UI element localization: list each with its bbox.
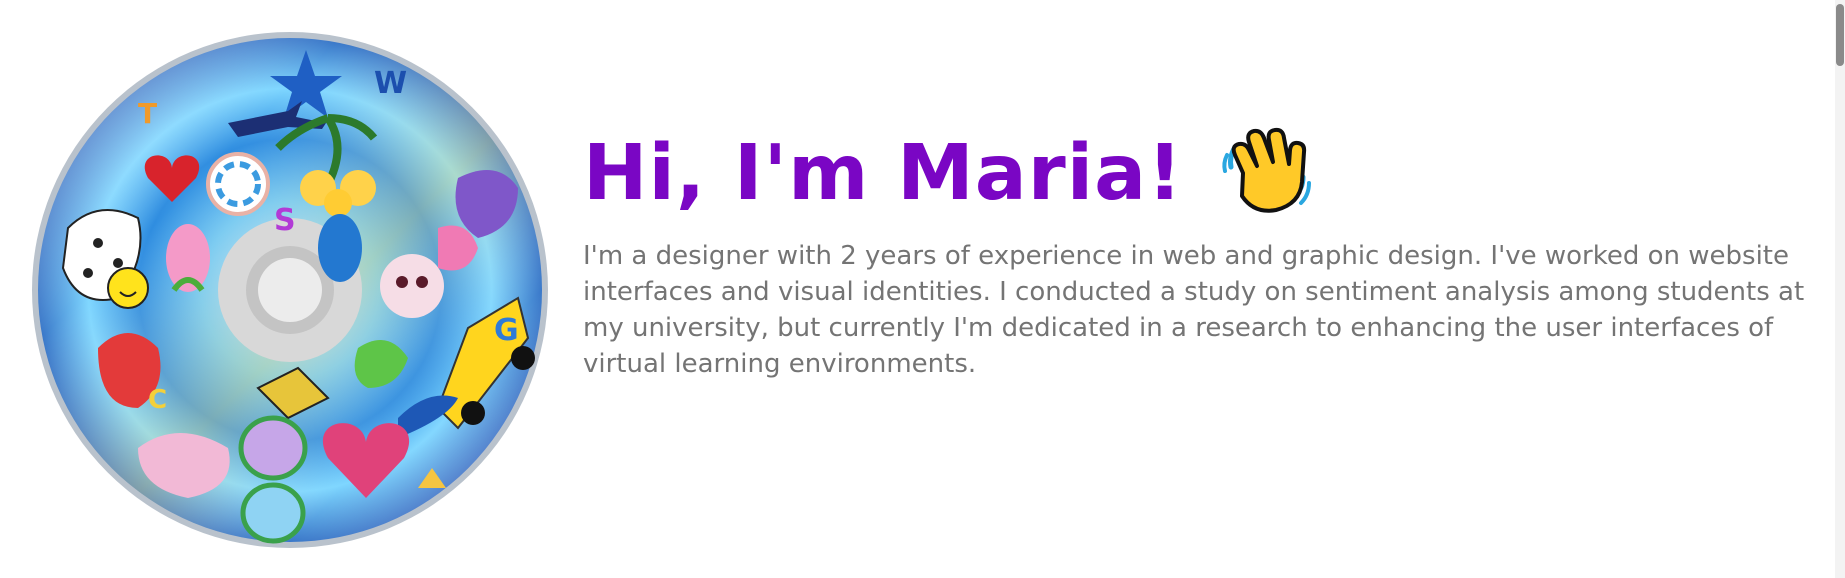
heading-row: Hi, I'm Maria! <box>583 118 1823 228</box>
svg-text:S: S <box>274 203 296 238</box>
vertical-scrollbar[interactable] <box>1835 0 1845 578</box>
svg-text:T: T <box>138 97 157 130</box>
page-title: Hi, I'm Maria! <box>583 128 1184 218</box>
waving-hand-icon <box>1217 125 1313 221</box>
sticker-cd-image: T W S G C <box>28 28 552 552</box>
bio-paragraph: I'm a designer with 2 years of experienc… <box>583 241 1805 379</box>
svg-text:W: W <box>374 66 407 101</box>
hero-text: Hi, I'm Maria! I'm a designer with 2 yea… <box>583 118 1823 382</box>
svg-text:G: G <box>494 313 519 348</box>
svg-text:C: C <box>148 385 167 415</box>
scrollbar-thumb[interactable] <box>1836 4 1844 66</box>
page: T W S G C Hi, I'm Maria! I'm a designer … <box>0 0 1845 578</box>
cd-illustration: T W S G C <box>32 32 548 548</box>
